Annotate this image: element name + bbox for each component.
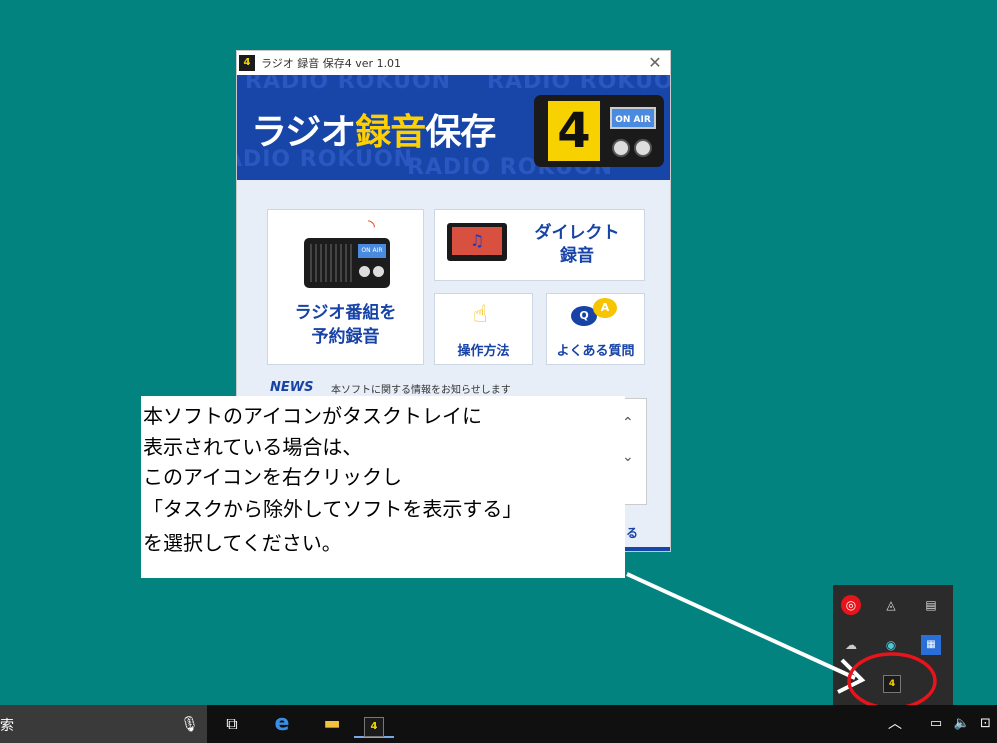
taskbar: 索 🎙 ⧉ e ▬ 4 ︿ ▭ 🔈 ⊡: [0, 705, 997, 743]
battery-icon[interactable]: ▭: [924, 710, 948, 738]
microphone-icon[interactable]: 🎙: [180, 715, 199, 733]
volume-icon[interactable]: 🔈: [950, 710, 974, 738]
taskbar-search-box[interactable]: 索 🎙: [0, 705, 207, 743]
callout-arrow: [626, 572, 856, 680]
annotation-overlay: [626, 572, 937, 710]
show-hidden-icons-chevron[interactable]: ︿: [875, 710, 915, 738]
network-icon[interactable]: ⊡: [974, 710, 997, 738]
edge-browser-icon[interactable]: e: [262, 710, 302, 738]
radio-app-taskbar-icon[interactable]: 4: [354, 710, 394, 738]
file-explorer-icon[interactable]: ▬: [312, 710, 352, 738]
taskbar-app-badge: 4: [364, 717, 384, 737]
task-view-icon[interactable]: ⧉: [212, 710, 252, 738]
search-text: 索: [0, 718, 14, 734]
